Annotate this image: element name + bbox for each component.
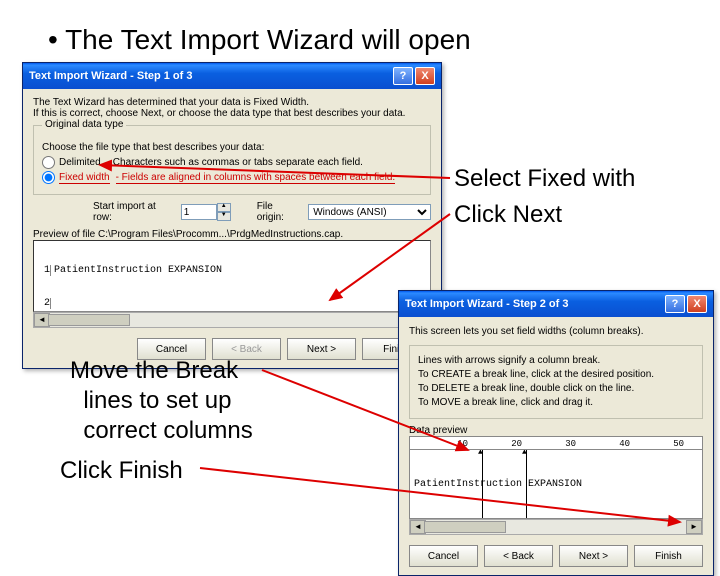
file-origin-label: File origin: [257,201,301,223]
preview-pane: 1PatientInstruction EXPANSION 2 310D - F… [33,240,431,312]
help-button[interactable]: ? [665,295,685,313]
break-line[interactable] [482,450,483,518]
spinner-up-icon[interactable]: ▲ [217,203,231,212]
preview-line: PatientInstruction EXPANSION [54,265,222,276]
text-import-wizard-step2: Text Import Wizard - Step 2 of 3 ? X Thi… [398,290,714,576]
data-preview-label: Data preview [409,425,703,436]
group-legend: Original data type [42,119,126,130]
fixed-desc: - Fields are aligned in columns with spa… [116,172,396,184]
dialog1-title: Text Import Wizard - Step 1 of 3 [29,70,193,82]
ruler: 10 20 30 40 50 60 [409,436,703,449]
delimited-desc: - Characters such as commas or tabs sepa… [107,157,363,168]
start-import-label: Start import at row: [93,201,173,223]
annot-click-finish: Click Finish [60,456,183,486]
text-import-wizard-step1: Text Import Wizard - Step 1 of 3 ? X The… [22,62,442,369]
instr4: To MOVE a break line, click and drag it. [418,396,694,410]
preview-scrollbar[interactable]: ◄ ► [33,312,431,328]
file-origin-select[interactable]: Windows (ANSI) [308,204,431,220]
radio-fixed-label: Fixed width [59,172,110,184]
start-row-input[interactable] [181,204,217,220]
preview-line: PatientInstruction EXPANSION [414,478,703,491]
scroll-right-icon[interactable]: ► [686,520,702,534]
scroll-thumb[interactable] [424,521,506,533]
annot-select-fixed: Select Fixed with [454,164,635,194]
finish-button[interactable]: Finish [634,545,703,567]
original-data-type-group: Original data type Choose the file type … [33,125,431,195]
preview-label: Preview of file C:\Program Files\Procomm… [33,229,431,240]
instr2: To CREATE a break line, click at the des… [418,368,694,382]
data-preview-pane[interactable]: PatientInstruction EXPANSION 10D - FOR 1… [409,449,703,519]
close-button[interactable]: X [415,67,435,85]
break-line[interactable] [526,450,527,518]
choose-label: Choose the file type that best describes… [42,142,422,153]
break-instructions-group: Lines with arrows signify a column break… [409,345,703,419]
intro1: The Text Wizard has determined that your… [33,97,431,108]
spinner-down-icon[interactable]: ▼ [217,212,231,221]
next-button[interactable]: Next > [559,545,628,567]
annot-move-break: Move the Break lines to set up correct c… [70,356,253,446]
close-button[interactable]: X [687,295,707,313]
radio-fixed-width[interactable]: Fixed width [42,171,110,184]
dialog2-title: Text Import Wizard - Step 2 of 3 [405,298,569,310]
instr1: Lines with arrows signify a column break… [418,354,694,368]
next-button[interactable]: Next > [287,338,356,360]
back-button[interactable]: < Back [484,545,553,567]
scroll-thumb[interactable] [48,314,130,326]
cancel-button[interactable]: Cancel [409,545,478,567]
page-heading: • The Text Import Wizard will open [48,24,471,56]
titlebar-step2: Text Import Wizard - Step 2 of 3 ? X [399,291,713,317]
help-button[interactable]: ? [393,67,413,85]
preview2-scrollbar[interactable]: ◄ ► [409,519,703,535]
instr3: To DELETE a break line, double click on … [418,382,694,396]
intro2: If this is correct, choose Next, or choo… [33,108,431,119]
dialog2-intro: This screen lets you set field widths (c… [409,325,703,339]
titlebar-step1: Text Import Wizard - Step 1 of 3 ? X [23,63,441,89]
start-row-spinner[interactable]: ▲▼ [181,203,231,221]
annot-click-next: Click Next [454,200,562,230]
radio-delimited-label: Delimited [59,157,101,168]
radio-delimited[interactable]: Delimited [42,156,101,169]
